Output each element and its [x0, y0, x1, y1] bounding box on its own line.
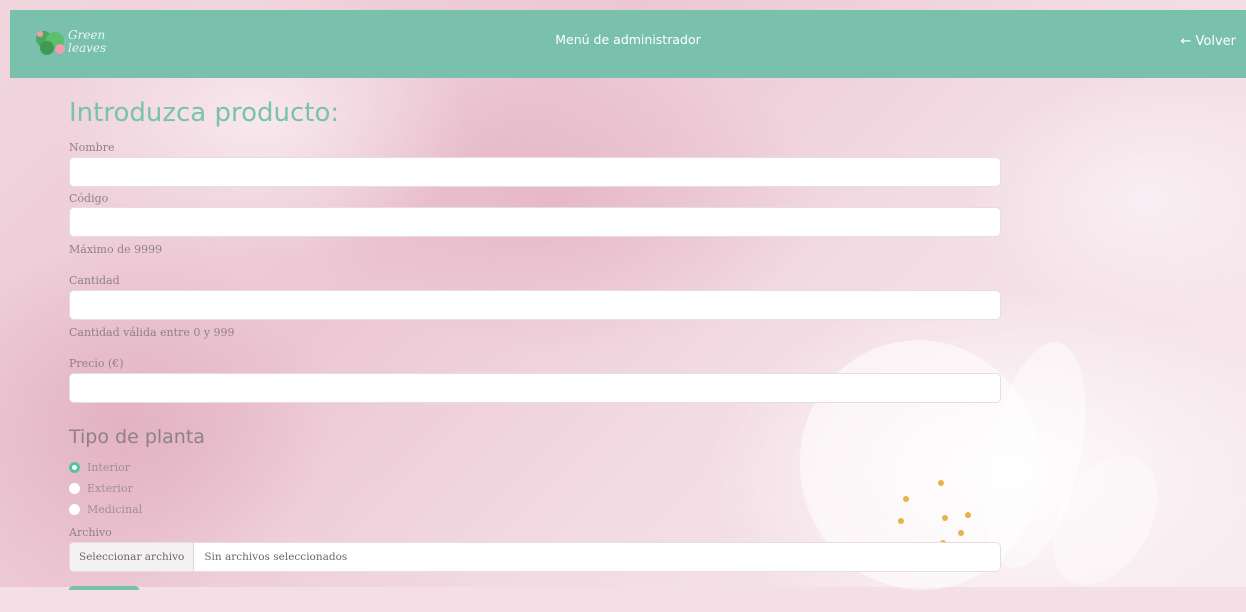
code-label: Código — [69, 192, 109, 205]
navbar: Green leaves Menú de administrador ← Vol… — [10, 10, 1246, 78]
radio-unchecked-icon[interactable] — [69, 503, 80, 515]
radio-unchecked-icon[interactable] — [69, 482, 80, 494]
radio-exterior[interactable]: Exterior — [69, 481, 133, 495]
quantity-input[interactable] — [69, 290, 1001, 320]
radio-exterior-label: Exterior — [87, 481, 133, 495]
radio-checked-icon[interactable] — [69, 461, 80, 473]
radio-interior-label: Interior — [87, 460, 131, 474]
name-input[interactable] — [69, 157, 1001, 187]
radio-interior[interactable]: Interior — [69, 460, 130, 474]
plant-type-heading: Tipo de planta — [69, 426, 205, 448]
page-title: Menú de administrador — [555, 32, 701, 47]
code-help-text: Máximo de 9999 — [69, 243, 163, 256]
file-input[interactable]: Seleccionar archivo Sin archivos selecci… — [69, 542, 1001, 572]
file-label: Archivo — [69, 526, 112, 539]
radio-medicinal-label: Medicinal — [87, 502, 143, 516]
price-input[interactable] — [69, 373, 1001, 403]
quantity-help-text: Cantidad válida entre 0 y 999 — [69, 326, 235, 339]
name-label: Nombre — [69, 141, 115, 154]
form-heading: Introduzca producto: — [69, 98, 340, 128]
quantity-label: Cantidad — [69, 274, 120, 287]
back-link[interactable]: ← Volver — [1180, 34, 1236, 49]
code-input[interactable] — [69, 207, 1001, 237]
file-status-text: Sin archivos seleccionados — [204, 551, 348, 563]
select-file-button[interactable]: Seleccionar archivo — [70, 543, 195, 571]
radio-medicinal[interactable]: Medicinal — [69, 502, 142, 516]
price-label: Precio (€) — [69, 357, 124, 370]
